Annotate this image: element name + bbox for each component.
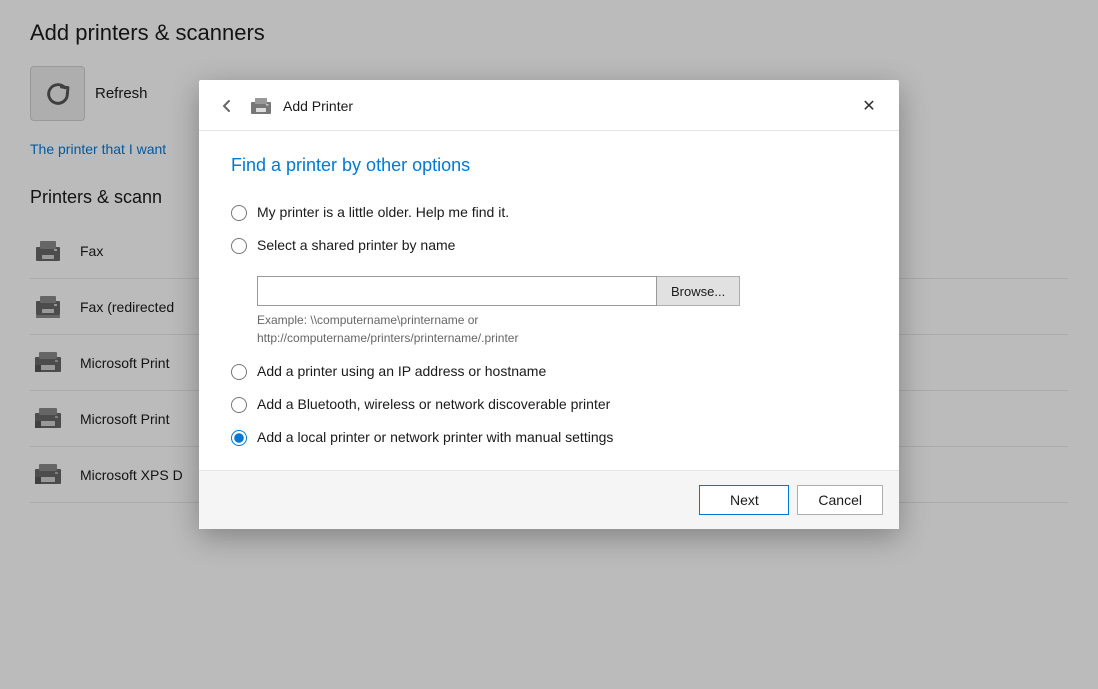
shared-printer-path-input[interactable]: [257, 276, 657, 306]
ip-hostname-radio[interactable]: [231, 364, 247, 380]
bluetooth-label[interactable]: Add a Bluetooth, wireless or network dis…: [257, 396, 610, 412]
example-text: Example: \\computername\printername or h…: [257, 311, 867, 347]
option-ip-hostname: Add a printer using an IP address or hos…: [231, 363, 867, 380]
option-local-manual: Add a local printer or network printer w…: [231, 429, 867, 446]
local-manual-label[interactable]: Add a local printer or network printer w…: [257, 429, 613, 445]
option-older-printer: My printer is a little older. Help me fi…: [231, 204, 867, 221]
printer-options-group: My printer is a little older. Help me fi…: [231, 204, 867, 446]
printer-header-icon: [249, 94, 273, 118]
modal-header: Add Printer ✕: [199, 80, 899, 131]
modal-body: Find a printer by other options My print…: [199, 131, 899, 470]
shared-printer-radio[interactable]: [231, 238, 247, 254]
bluetooth-radio[interactable]: [231, 397, 247, 413]
modal-section-title: Find a printer by other options: [231, 155, 867, 176]
shared-printer-input-row: Browse... Example: \\computername\printe…: [231, 270, 867, 347]
back-button[interactable]: [215, 94, 239, 118]
option-bluetooth-wireless: Add a Bluetooth, wireless or network dis…: [231, 396, 867, 413]
local-manual-radio[interactable]: [231, 430, 247, 446]
option-shared-printer: Select a shared printer by name: [231, 237, 867, 254]
back-arrow-icon: [219, 98, 235, 114]
browse-button[interactable]: Browse...: [657, 276, 740, 306]
older-printer-radio[interactable]: [231, 205, 247, 221]
cancel-button[interactable]: Cancel: [797, 485, 883, 515]
modal-header-left: Add Printer: [215, 94, 353, 118]
modal-footer: Next Cancel: [199, 470, 899, 529]
older-printer-label[interactable]: My printer is a little older. Help me fi…: [257, 204, 509, 220]
ip-hostname-label[interactable]: Add a printer using an IP address or hos…: [257, 363, 546, 379]
modal-overlay: Add Printer ✕ Find a printer by other op…: [0, 0, 1098, 689]
add-printer-dialog: Add Printer ✕ Find a printer by other op…: [199, 80, 899, 529]
shared-printer-label[interactable]: Select a shared printer by name: [257, 237, 455, 253]
next-button[interactable]: Next: [699, 485, 789, 515]
modal-title: Add Printer: [283, 98, 353, 114]
close-button[interactable]: ✕: [855, 92, 883, 120]
